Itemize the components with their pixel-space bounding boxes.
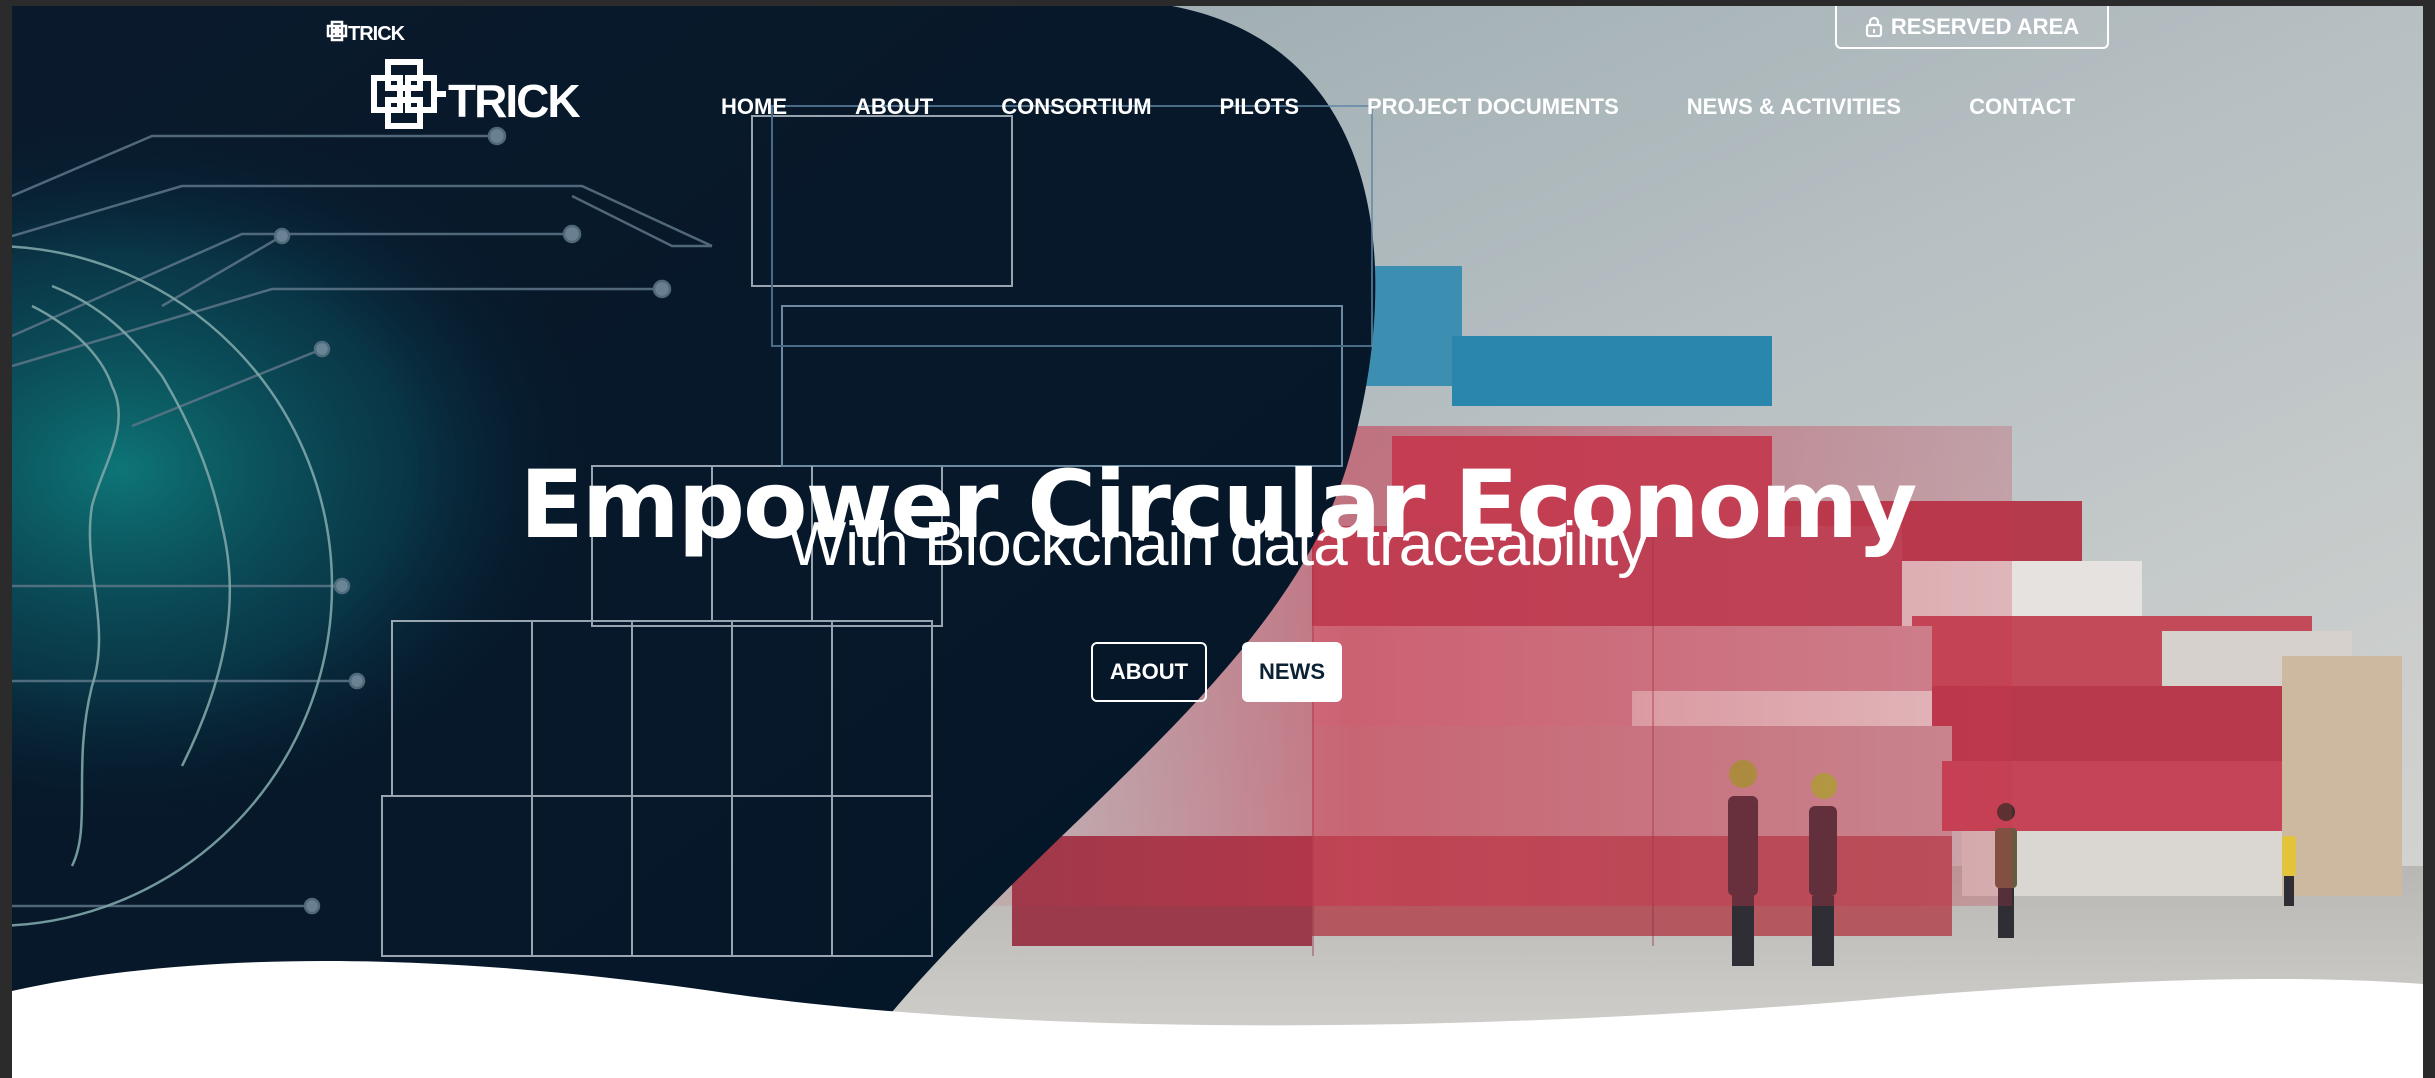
main-navigation: HOME ABOUT CONSORTIUM PILOTS PROJECT DOC… (721, 94, 2075, 120)
hero-subtitle: With Blockchain data traceability (787, 510, 1649, 579)
nav-item-project-documents[interactable]: PROJECT DOCUMENTS (1367, 94, 1619, 120)
reserved-area-label: RESERVED AREA (1890, 13, 2080, 39)
news-button[interactable]: NEWS (1242, 642, 1342, 702)
nav-item-consortium[interactable]: CONSORTIUM (1001, 94, 1151, 120)
site-logo[interactable]: TRICK (368, 56, 581, 145)
hero-section: TRICK TRICK RESERVED AREA HOME ABOUT CON… (12, 6, 2423, 1078)
nav-item-news-activities[interactable]: NEWS & ACTIVITIES (1687, 94, 1901, 120)
logo-small-text: TRICK (348, 22, 405, 45)
trick-knot-logo-icon (326, 20, 348, 48)
about-button[interactable]: ABOUT (1091, 642, 1207, 702)
nav-item-home[interactable]: HOME (721, 94, 787, 120)
reserved-area-button[interactable]: RESERVED AREA (1835, 6, 2109, 49)
nav-item-contact[interactable]: CONTACT (1969, 94, 2075, 120)
nav-item-pilots[interactable]: PILOTS (1220, 94, 1299, 120)
lock-icon (1865, 16, 1883, 38)
site-logo-small[interactable]: TRICK (326, 20, 405, 48)
nav-item-about[interactable]: ABOUT (855, 94, 933, 120)
trick-knot-logo-icon (368, 56, 448, 145)
browser-viewport: TRICK TRICK RESERVED AREA HOME ABOUT CON… (12, 6, 2423, 1078)
logo-main-text: TRICK (448, 74, 581, 127)
